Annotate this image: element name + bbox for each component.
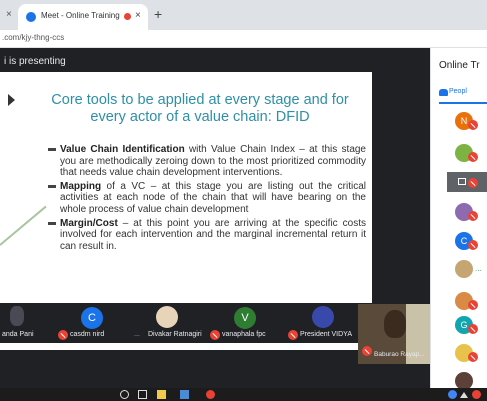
slide-bullet: Value Chain Identification with Value Ch… xyxy=(48,144,366,179)
screen: × Meet - Online Training Prog × + .com/k… xyxy=(0,0,487,401)
new-tab-icon[interactable]: + xyxy=(154,6,162,22)
muted-mic-icon xyxy=(362,346,372,356)
muted-mic-icon xyxy=(468,300,478,310)
url-text: .com/kjy-thng-ccs xyxy=(2,33,65,42)
muted-mic-icon xyxy=(468,240,478,250)
participant-name: casdm nird xyxy=(70,331,105,338)
participant-avatar: C xyxy=(81,307,103,329)
slide-body: Value Chain Identification with Value Ch… xyxy=(48,144,366,254)
task-view-icon[interactable] xyxy=(138,390,147,399)
chevron-up-icon[interactable] xyxy=(460,392,468,398)
present-screen-icon xyxy=(458,178,466,185)
close-tab-icon[interactable]: × xyxy=(135,10,141,21)
search-icon[interactable] xyxy=(120,390,129,399)
participant-name: Divakar Ratnagiri xyxy=(148,331,202,338)
sidebar-presenting-row[interactable] xyxy=(447,172,487,192)
file-explorer-icon[interactable] xyxy=(157,390,166,399)
speaking-indicator-icon: ... xyxy=(134,331,140,338)
sidebar-title: Online Tr xyxy=(439,60,480,71)
presenting-label: i is presenting xyxy=(4,56,66,67)
bullet-lead: Margin/Cost xyxy=(60,217,118,229)
video-face xyxy=(384,310,406,338)
recording-dot-icon xyxy=(124,13,131,20)
muted-mic-icon xyxy=(468,152,478,162)
participant-avatar: V xyxy=(234,307,256,329)
os-taskbar xyxy=(0,388,487,401)
muted-mic-icon xyxy=(288,330,298,340)
chrome-icon[interactable] xyxy=(206,390,215,399)
store-icon[interactable] xyxy=(180,390,189,399)
muted-mic-icon xyxy=(468,352,478,362)
muted-mic-icon xyxy=(210,330,220,340)
tab-underline xyxy=(439,102,487,104)
participant-photo xyxy=(156,306,178,328)
participant-name: Baburao Rayap... xyxy=(374,351,425,358)
bullet-lead: Mapping xyxy=(60,180,102,192)
meet-favicon-icon xyxy=(26,12,36,22)
sidebar-avatar[interactable] xyxy=(455,260,473,278)
slide-bullet: Margin/Cost – at this point you are arri… xyxy=(48,218,366,253)
participant-tile[interactable]: ... Divakar Ratnagiri xyxy=(134,304,214,342)
tab-title: Meet - Online Training Prog xyxy=(41,11,121,20)
browser-tabbar: × Meet - Online Training Prog × + xyxy=(0,0,487,30)
participant-tile[interactable]: anda Pani xyxy=(0,304,60,342)
muted-mic-icon xyxy=(468,211,478,221)
participant-name: President VIDYA xyxy=(300,331,353,338)
people-sidebar: Online Tr Peopl N C ... G xyxy=(430,48,487,390)
muted-mic-icon xyxy=(58,330,68,340)
slide-bullet: Mapping of a VC – at this stage you are … xyxy=(48,181,366,216)
tray-icon[interactable] xyxy=(448,390,457,399)
browser-tab-meet[interactable]: Meet - Online Training Prog × xyxy=(18,4,148,30)
notification-icon[interactable] xyxy=(472,390,481,399)
address-bar[interactable]: .com/kjy-thng-ccs xyxy=(0,30,487,48)
participant-name: vanaphala fpc xyxy=(222,331,266,338)
participant-video-tile[interactable]: Baburao Rayap... xyxy=(358,304,430,364)
close-prev-tab-icon[interactable]: × xyxy=(6,9,12,20)
participant-tile[interactable]: President VIDYA xyxy=(286,304,358,342)
speaking-indicator-icon: ... xyxy=(475,264,482,273)
bullet-lead: Value Chain Identification xyxy=(60,144,185,155)
people-icon xyxy=(439,89,448,96)
muted-mic-icon xyxy=(468,120,478,130)
slide-arrow-icon xyxy=(8,94,15,106)
muted-mic-icon xyxy=(468,178,478,188)
participant-logo xyxy=(312,306,334,328)
participant-tile[interactable]: C casdm nird xyxy=(56,304,126,342)
muted-mic-icon xyxy=(468,324,478,334)
tab-people[interactable]: Peopl xyxy=(449,88,467,95)
slide-title: Core tools to be applied at every stage … xyxy=(51,92,349,125)
bullet-text: of a VC – at this stage you are listing … xyxy=(60,180,366,215)
participant-tile[interactable]: V vanaphala fpc xyxy=(210,304,286,342)
participant-photo xyxy=(10,306,24,326)
slide-decoration xyxy=(0,205,47,246)
participant-name: anda Pani xyxy=(2,331,34,338)
